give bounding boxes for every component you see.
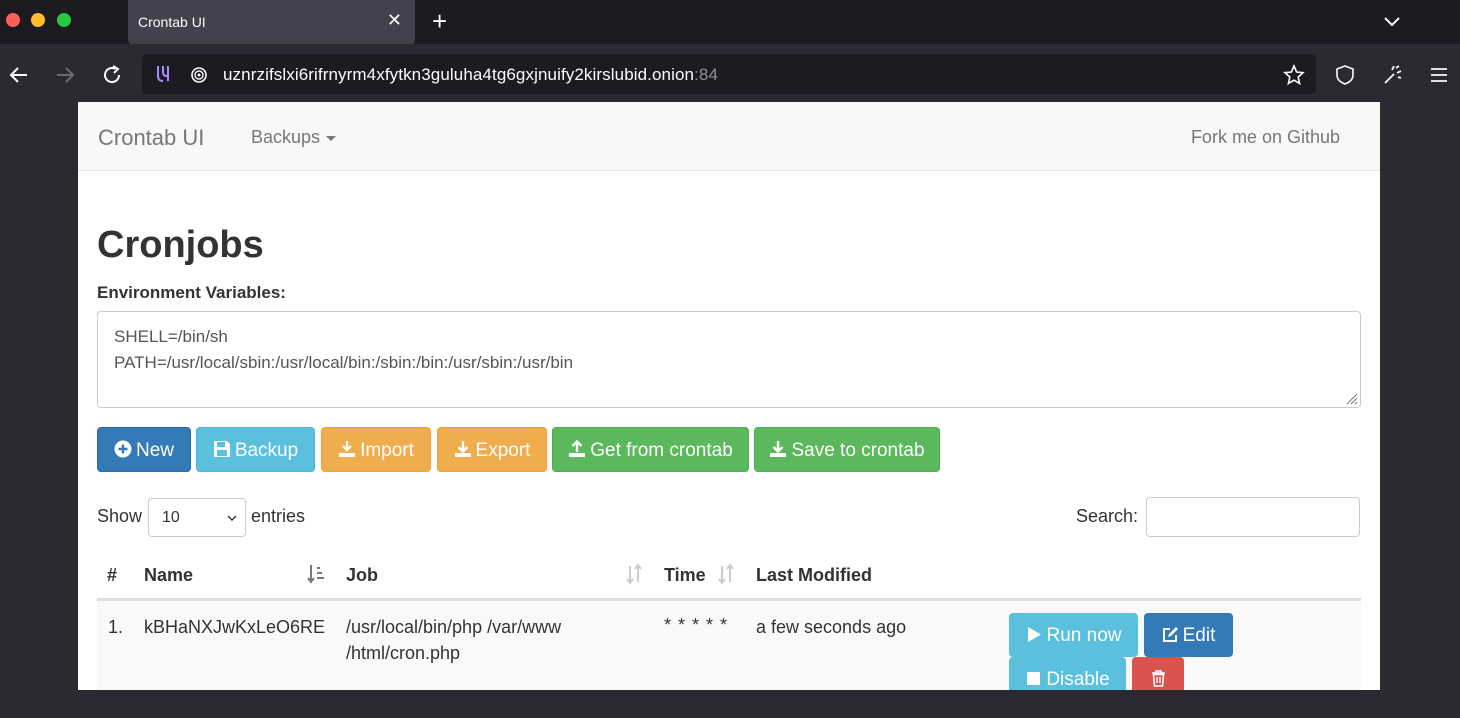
entries-label: entries bbox=[251, 506, 306, 526]
chevron-down-icon bbox=[227, 515, 237, 521]
reload-icon[interactable] bbox=[101, 64, 123, 86]
env-textarea[interactable]: SHELL=/bin/sh PATH=/usr/local/sbin:/usr/… bbox=[97, 311, 1361, 408]
edit-button[interactable]: Edit bbox=[1144, 613, 1233, 657]
sort-icon[interactable] bbox=[717, 563, 735, 585]
edit-label: Edit bbox=[1182, 625, 1216, 646]
column-header-name[interactable]: Name bbox=[144, 565, 193, 586]
stop-icon bbox=[1027, 672, 1041, 685]
onion-icon[interactable] bbox=[189, 64, 209, 84]
import-label: Import bbox=[360, 440, 414, 461]
backup-button[interactable]: Backup bbox=[196, 427, 315, 472]
tab-title: Crontab UI bbox=[138, 14, 206, 30]
save-to-crontab-button[interactable]: Save to crontab bbox=[754, 427, 940, 472]
show-label: Show bbox=[97, 506, 143, 526]
env-label: Environment Variables: bbox=[97, 283, 286, 302]
resize-handle-icon[interactable] bbox=[1344, 391, 1358, 405]
get-from-crontab-button[interactable]: Get from crontab bbox=[552, 427, 749, 472]
export-label: Export bbox=[475, 440, 531, 461]
sort-asc-icon[interactable] bbox=[307, 563, 325, 585]
new-label: New bbox=[135, 440, 174, 461]
column-header-last-modified[interactable]: Last Modified bbox=[756, 565, 872, 586]
window-bottom bbox=[0, 690, 1460, 718]
row-time: * * * * * bbox=[664, 615, 729, 635]
download-icon bbox=[770, 441, 787, 457]
play-icon bbox=[1027, 627, 1041, 642]
env-line: PATH=/usr/local/sbin:/usr/local/bin:/sbi… bbox=[114, 353, 574, 372]
shield-icon[interactable] bbox=[1334, 64, 1356, 86]
floppy-icon bbox=[213, 441, 230, 457]
backups-label: Backups bbox=[251, 127, 321, 147]
tor-circuit-icon[interactable] bbox=[153, 64, 173, 84]
new-identity-icon[interactable] bbox=[1381, 64, 1403, 86]
get-label: Get from crontab bbox=[590, 440, 733, 461]
page-size-value: 10 bbox=[162, 509, 180, 526]
search-label: Search: bbox=[1076, 506, 1139, 526]
import-button[interactable]: Import bbox=[321, 427, 431, 472]
backups-dropdown[interactable]: Backups bbox=[251, 127, 337, 148]
browser-navbar: uznrzifslxi6rifrnyrm4xfytkn3guluha4tg6gx… bbox=[0, 44, 1460, 102]
minimize-window-button[interactable] bbox=[31, 13, 45, 27]
search-input[interactable] bbox=[1146, 497, 1360, 537]
close-window-button[interactable] bbox=[6, 13, 20, 27]
disable-button[interactable]: Disable bbox=[1009, 657, 1126, 690]
maximize-window-button[interactable] bbox=[57, 13, 71, 27]
new-button[interactable]: New bbox=[97, 427, 191, 472]
upload-icon bbox=[569, 440, 586, 457]
url-port: :84 bbox=[694, 65, 719, 84]
row-job-line: /html/cron.php bbox=[346, 643, 461, 663]
app-brand[interactable]: Crontab UI bbox=[98, 125, 204, 151]
caret-down-icon bbox=[326, 135, 337, 141]
run-now-button[interactable]: Run now bbox=[1009, 613, 1138, 657]
row-job: /usr/local/bin/php /var/www /html/cron.p… bbox=[346, 614, 636, 666]
chevron-down-icon[interactable] bbox=[1382, 12, 1402, 32]
browser-tabbar: Crontab UI ✕ + bbox=[0, 0, 1460, 44]
bookmark-star-icon[interactable] bbox=[1283, 64, 1305, 86]
download-icon bbox=[454, 441, 471, 457]
run-label: Run now bbox=[1046, 625, 1122, 646]
url-host: uznrzifslxi6rifrnyrm4xfytkn3guluha4tg6gx… bbox=[223, 65, 695, 84]
column-header-index[interactable]: # bbox=[107, 565, 117, 586]
url-text[interactable]: uznrzifslxi6rifrnyrm4xfytkn3guluha4tg6gx… bbox=[223, 65, 718, 85]
page-size-select[interactable]: 10 bbox=[148, 498, 246, 537]
env-line: SHELL=/bin/sh bbox=[114, 327, 228, 346]
row-modified: a few seconds ago bbox=[756, 617, 907, 637]
url-bar[interactable]: uznrzifslxi6rifrnyrm4xfytkn3guluha4tg6gx… bbox=[142, 54, 1316, 94]
row-index: 1. bbox=[108, 617, 124, 637]
web-page: Crontab UI Backups Fork me on Github Cro… bbox=[78, 102, 1380, 690]
tab-close-icon[interactable]: ✕ bbox=[387, 10, 402, 30]
delete-button[interactable] bbox=[1132, 657, 1184, 690]
edit-icon bbox=[1162, 627, 1178, 642]
plus-circle-icon bbox=[114, 440, 132, 458]
back-icon[interactable] bbox=[8, 64, 30, 86]
column-header-time[interactable]: Time bbox=[664, 565, 706, 586]
row-name: kBHaNXJwKxLeO6RE bbox=[144, 617, 326, 637]
backup-label: Backup bbox=[234, 440, 299, 461]
export-button[interactable]: Export bbox=[437, 427, 547, 472]
browser-tab[interactable]: Crontab UI ✕ bbox=[128, 0, 415, 44]
fork-github-link[interactable]: Fork me on Github bbox=[1191, 127, 1340, 148]
save-label: Save to crontab bbox=[791, 440, 925, 461]
import-icon bbox=[339, 441, 356, 457]
new-tab-icon[interactable]: + bbox=[432, 8, 447, 34]
sort-icon[interactable] bbox=[625, 563, 643, 585]
forward-icon[interactable] bbox=[54, 64, 76, 86]
disable-label: Disable bbox=[1046, 669, 1110, 690]
menu-icon[interactable] bbox=[1428, 64, 1450, 86]
trash-icon bbox=[1151, 670, 1165, 687]
page-title: Cronjobs bbox=[97, 224, 264, 266]
column-header-job[interactable]: Job bbox=[346, 565, 378, 586]
row-job-line: /usr/local/bin/php /var/www bbox=[346, 617, 562, 637]
app-navbar: Crontab UI Backups Fork me on Github bbox=[78, 102, 1380, 171]
